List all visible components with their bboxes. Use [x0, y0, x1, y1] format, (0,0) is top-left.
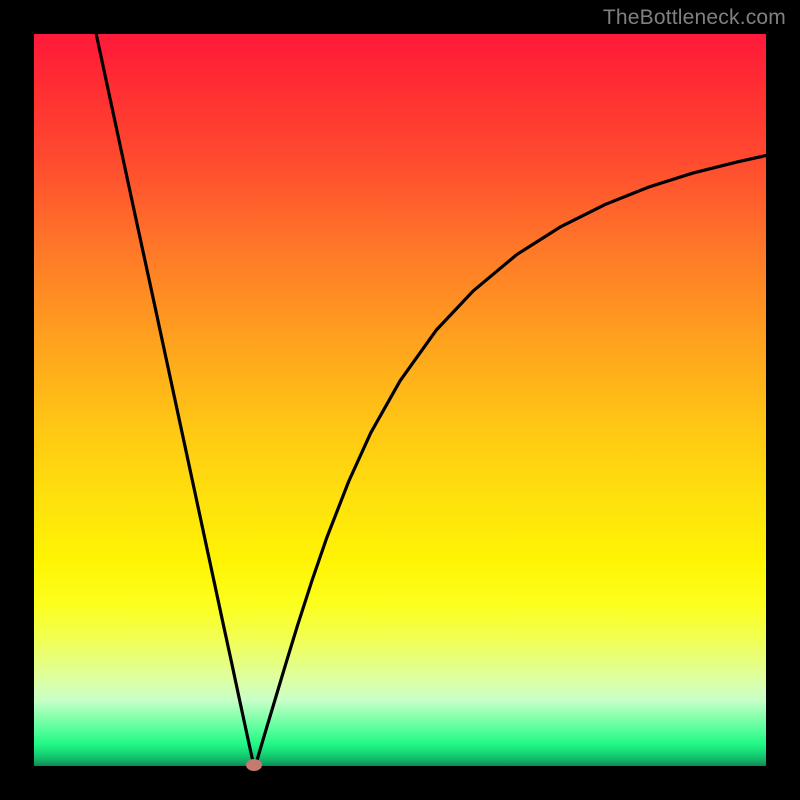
- plot-area: [34, 34, 766, 766]
- curve-svg: [34, 34, 766, 766]
- plot-frame: [34, 34, 766, 766]
- bottleneck-curve: [96, 34, 766, 765]
- watermark-text: TheBottleneck.com: [603, 6, 786, 30]
- minimum-marker: [246, 759, 262, 771]
